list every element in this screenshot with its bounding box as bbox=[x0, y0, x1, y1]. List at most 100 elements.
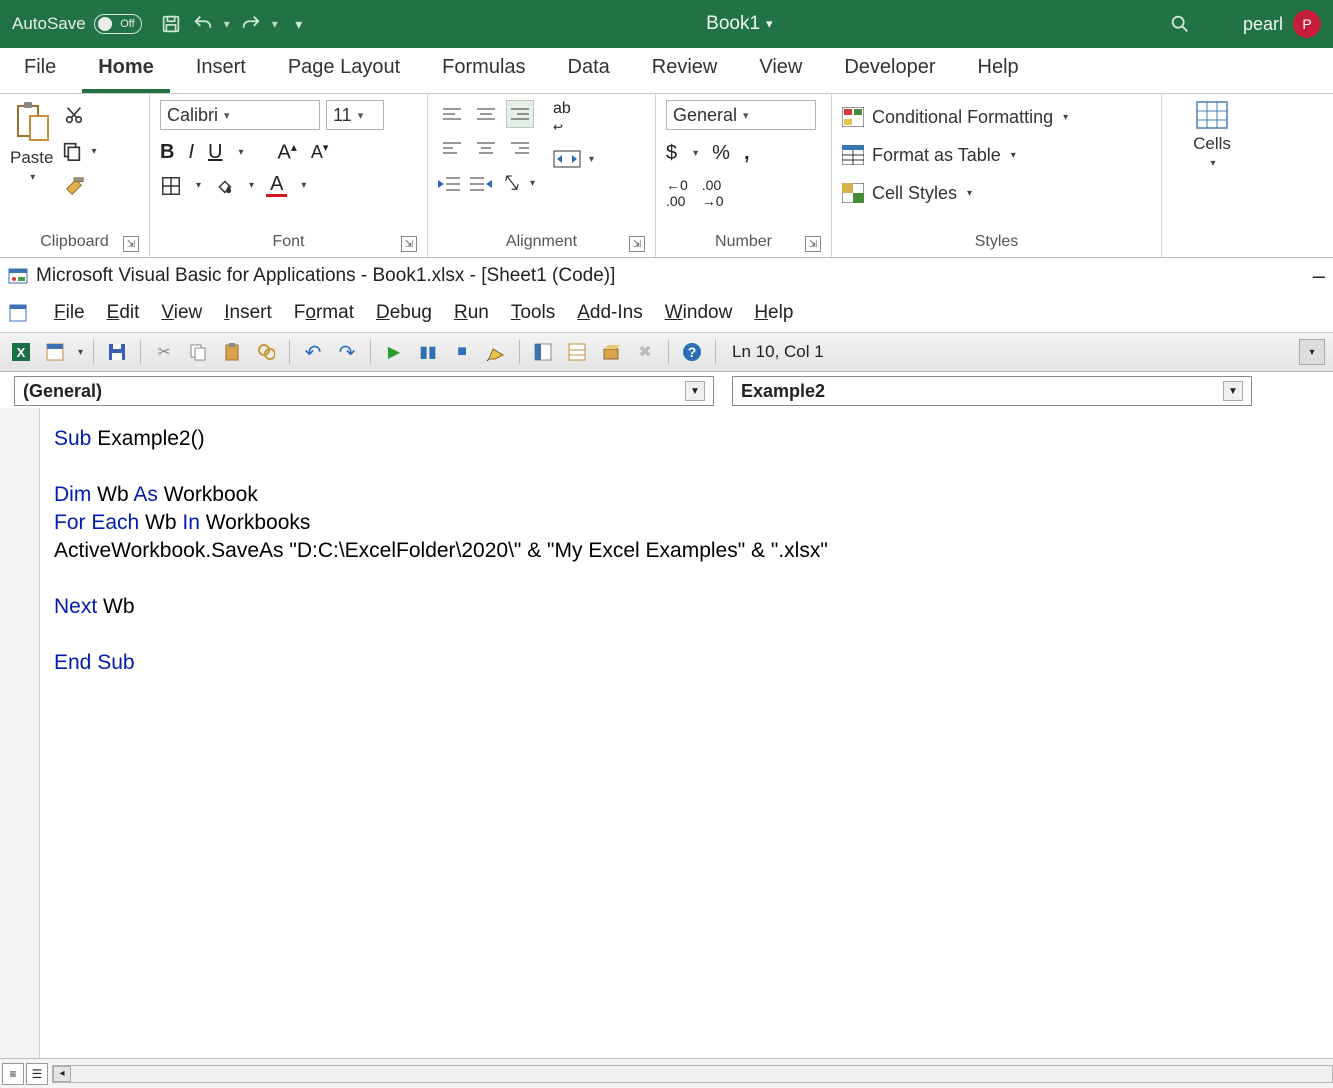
search-icon[interactable] bbox=[1169, 13, 1191, 35]
copy-icon[interactable] bbox=[185, 339, 211, 365]
horizontal-scrollbar[interactable]: ◂ bbox=[52, 1065, 1333, 1083]
chevron-down-icon[interactable]: ▼ bbox=[685, 381, 705, 401]
redo-icon[interactable]: ↷ bbox=[334, 339, 360, 365]
number-format-select[interactable]: General▾ bbox=[666, 100, 816, 130]
redo-icon[interactable] bbox=[240, 13, 262, 35]
paste-icon[interactable] bbox=[219, 339, 245, 365]
percent-format-button[interactable]: % bbox=[712, 142, 730, 165]
minimize-icon[interactable]: – bbox=[1313, 263, 1325, 289]
decrease-decimal-icon[interactable]: .00→0 bbox=[702, 177, 724, 209]
tab-view[interactable]: View bbox=[743, 46, 818, 93]
save-icon[interactable] bbox=[160, 13, 182, 35]
font-name-select[interactable]: Calibri▾ bbox=[160, 100, 320, 130]
align-top-left-icon[interactable] bbox=[438, 100, 466, 128]
vba-menu-tools[interactable]: Tools bbox=[511, 302, 555, 324]
properties-icon[interactable] bbox=[564, 339, 590, 365]
object-select[interactable]: (General) ▼ bbox=[14, 376, 714, 406]
merge-center-button[interactable]: ▾ bbox=[553, 150, 594, 168]
avatar[interactable]: P bbox=[1293, 10, 1321, 38]
font-size-select[interactable]: 11▾ bbox=[326, 100, 384, 130]
vba-menu-window[interactable]: Window bbox=[665, 302, 733, 324]
increase-indent-icon[interactable] bbox=[470, 175, 492, 193]
format-as-table-button[interactable]: Format as Table▾ bbox=[842, 138, 1016, 172]
align-left-icon[interactable] bbox=[438, 134, 466, 162]
tab-file[interactable]: File bbox=[8, 46, 72, 93]
help-icon[interactable]: ? bbox=[679, 339, 705, 365]
conditional-formatting-button[interactable]: Conditional Formatting▾ bbox=[842, 100, 1068, 134]
borders-button[interactable] bbox=[160, 175, 182, 197]
align-right-icon[interactable] bbox=[506, 134, 534, 162]
wrap-text-icon[interactable]: ab↩ bbox=[553, 100, 594, 136]
code-content[interactable]: Sub Example2() Dim Wb As Workbook For Ea… bbox=[40, 408, 1333, 1058]
format-painter-icon[interactable] bbox=[61, 174, 87, 200]
fill-color-button[interactable] bbox=[213, 175, 235, 197]
decrease-indent-icon[interactable] bbox=[438, 175, 460, 193]
account-area[interactable]: pearl P bbox=[1243, 10, 1321, 38]
dialog-launcher-icon[interactable]: ⇲ bbox=[629, 236, 645, 252]
cut-icon[interactable] bbox=[61, 102, 87, 128]
save-icon[interactable] bbox=[104, 339, 130, 365]
code-editor[interactable]: Sub Example2() Dim Wb As Workbook For Ea… bbox=[0, 408, 1333, 1058]
object-browser-icon[interactable] bbox=[598, 339, 624, 365]
autosave-toggle[interactable]: AutoSave Off bbox=[12, 14, 142, 34]
reset-icon[interactable]: ■ bbox=[449, 339, 475, 365]
vba-menu-help[interactable]: Help bbox=[754, 302, 793, 324]
undo-icon[interactable] bbox=[192, 13, 214, 35]
procedure-view-icon[interactable]: ≡ bbox=[2, 1063, 24, 1085]
italic-button[interactable]: I bbox=[188, 141, 194, 164]
orientation-button[interactable]: ⤡ bbox=[502, 172, 518, 195]
run-icon[interactable]: ▶ bbox=[381, 339, 407, 365]
tab-help[interactable]: Help bbox=[962, 46, 1035, 93]
tab-page-layout[interactable]: Page Layout bbox=[272, 46, 416, 93]
dialog-launcher-icon[interactable]: ⇲ bbox=[401, 236, 417, 252]
tab-insert[interactable]: Insert bbox=[180, 46, 262, 93]
customize-qa-icon[interactable]: ▾ bbox=[288, 13, 310, 35]
full-module-view-icon[interactable]: ☰ bbox=[26, 1063, 48, 1085]
cells-button[interactable]: Cells ▾ bbox=[1193, 100, 1231, 169]
vba-system-icon[interactable] bbox=[8, 303, 28, 323]
undo-icon[interactable]: ↶ bbox=[300, 339, 326, 365]
align-top-center-icon[interactable] bbox=[472, 100, 500, 128]
autosave-switch[interactable]: Off bbox=[94, 14, 142, 34]
tab-developer[interactable]: Developer bbox=[828, 46, 951, 93]
vba-menu-view[interactable]: View bbox=[161, 302, 202, 324]
tab-formulas[interactable]: Formulas bbox=[426, 46, 541, 93]
accounting-format-button[interactable]: $ bbox=[666, 142, 677, 165]
find-icon[interactable] bbox=[253, 339, 279, 365]
vba-menu-file[interactable]: File bbox=[54, 302, 85, 324]
vba-menu-insert[interactable]: Insert bbox=[224, 302, 272, 324]
tab-review[interactable]: Review bbox=[636, 46, 734, 93]
vba-menu-edit[interactable]: Edit bbox=[107, 302, 140, 324]
toolbox-icon[interactable]: ✖ bbox=[632, 339, 658, 365]
chevron-down-icon[interactable]: ▼ bbox=[1223, 381, 1243, 401]
project-explorer-icon[interactable] bbox=[530, 339, 556, 365]
dialog-launcher-icon[interactable]: ⇲ bbox=[123, 236, 139, 252]
vba-menu-addins[interactable]: Add-Ins bbox=[577, 302, 643, 324]
comma-format-button[interactable]: , bbox=[744, 142, 750, 165]
scroll-left-icon[interactable]: ◂ bbox=[53, 1066, 71, 1082]
copy-button[interactable]: ▾ bbox=[61, 140, 96, 162]
paste-button[interactable]: Paste ▾ bbox=[10, 100, 53, 183]
vba-menu-debug[interactable]: Debug bbox=[376, 302, 432, 324]
increase-decimal-icon[interactable]: ←0.00 bbox=[666, 177, 688, 209]
procedure-select[interactable]: Example2 ▼ bbox=[732, 376, 1252, 406]
font-color-button[interactable]: A bbox=[266, 175, 287, 197]
document-title[interactable]: Book1 ▾ bbox=[322, 13, 1157, 35]
cell-styles-button[interactable]: Cell Styles▾ bbox=[842, 176, 972, 210]
increase-font-icon[interactable]: A▴ bbox=[278, 140, 297, 165]
vba-menu-run[interactable]: Run bbox=[454, 302, 489, 324]
underline-button[interactable]: U bbox=[208, 141, 222, 164]
tab-home[interactable]: Home bbox=[82, 46, 170, 93]
insert-module-icon[interactable] bbox=[42, 339, 68, 365]
toolbar-options-icon[interactable]: ▾ bbox=[1299, 339, 1325, 365]
bold-button[interactable]: B bbox=[160, 141, 174, 164]
decrease-font-icon[interactable]: A▾ bbox=[311, 141, 329, 163]
align-center-icon[interactable] bbox=[472, 134, 500, 162]
break-icon[interactable]: ▮▮ bbox=[415, 339, 441, 365]
design-mode-icon[interactable] bbox=[483, 339, 509, 365]
dialog-launcher-icon[interactable]: ⇲ bbox=[805, 236, 821, 252]
align-top-right-icon[interactable] bbox=[506, 100, 534, 128]
vba-menu-format[interactable]: Format bbox=[294, 302, 354, 324]
tab-data[interactable]: Data bbox=[552, 46, 626, 93]
cut-icon[interactable]: ✂ bbox=[151, 339, 177, 365]
